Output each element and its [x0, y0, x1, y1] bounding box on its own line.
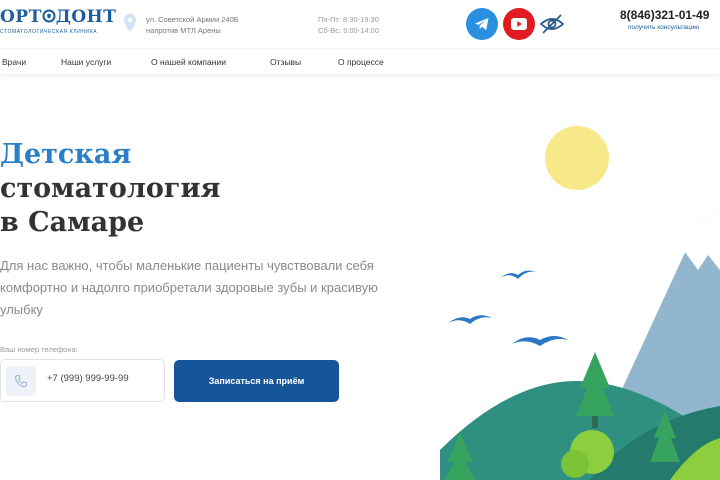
phone-input[interactable] — [47, 373, 162, 384]
map-pin-icon — [124, 14, 136, 32]
nav-item-doctors[interactable]: Врачи — [2, 57, 26, 67]
book-appointment-button[interactable]: Записаться на приём — [174, 360, 339, 402]
tree-trunk — [592, 416, 598, 428]
hero-title-line: стоматология — [0, 173, 221, 204]
bird-icon — [500, 270, 536, 279]
bird-icon — [512, 336, 568, 346]
phone-icon — [6, 366, 36, 396]
working-hours: Пн-Пт: 8:30-19:30 Сб-Вс: 9:00-14:00 — [318, 14, 379, 36]
eye-crossed-icon[interactable] — [539, 13, 565, 35]
nav-item-about[interactable]: О нашей компании — [151, 57, 226, 67]
hero-title-accent: Детская — [0, 139, 132, 170]
address-landmark: напротив МТЛ Арены — [146, 26, 221, 35]
youtube-icon — [511, 18, 527, 30]
youtube-button[interactable] — [503, 8, 535, 40]
nav-item-services[interactable]: Наши услуги — [61, 57, 111, 67]
logo-subtitle: СТОМАТОЛОГИЧЕСКАЯ КЛИНИКА — [0, 29, 98, 35]
address-line: ул. Советской Армии 240Б — [146, 15, 239, 24]
hours-weekdays: Пн-Пт: 8:30-19:30 — [318, 15, 379, 24]
main-nav: Врачи Наши услуги О нашей компании Отзыв… — [0, 48, 720, 74]
pine-tree-icon — [576, 352, 614, 416]
consultation-link[interactable]: получить консультацию — [628, 24, 699, 31]
hero-description: Для нас важно, чтобы маленькие пациенты … — [0, 258, 378, 317]
phone-field-label: Ваш номер телефона: — [0, 345, 78, 354]
sun-icon — [545, 126, 609, 190]
bush-icon — [561, 450, 589, 478]
telegram-icon — [475, 18, 489, 30]
nav-item-process[interactable]: О процессе — [338, 57, 384, 67]
site-header: ОРТ ДОНТ СТОМАТОЛОГИЧЕСКАЯ КЛИНИКА ул. Со… — [0, 0, 720, 46]
logo-text: ОРТ ДОНТ — [0, 7, 117, 27]
bird-icon — [448, 315, 492, 324]
clinic-address: ул. Советской Армии 240Б напротив МТЛ Ар… — [146, 14, 239, 36]
hero-title: Детская стоматология в Самаре — [0, 138, 220, 240]
tooth-logo-icon — [42, 8, 56, 26]
hero-title-line: в Самаре — [0, 207, 145, 238]
header-phone[interactable]: 8(846)321-01-49 — [620, 8, 709, 22]
phone-field[interactable] — [0, 359, 165, 402]
logo[interactable]: ОРТ ДОНТ СТОМАТОЛОГИЧЕСКАЯ КЛИНИКА — [0, 7, 117, 35]
hours-weekends: Сб-Вс: 9:00-14:00 — [318, 26, 379, 35]
nav-item-reviews[interactable]: Отзывы — [270, 57, 301, 67]
telegram-button[interactable] — [466, 8, 498, 40]
mountain-landscape-illustration — [440, 126, 720, 480]
